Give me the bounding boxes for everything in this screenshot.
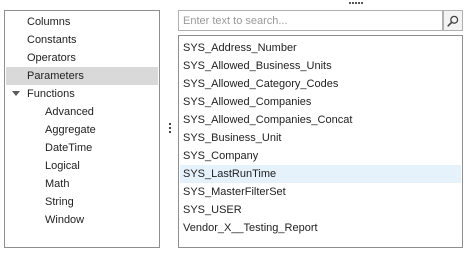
tree-item-string[interactable]: String	[6, 193, 158, 211]
tree-item-label: Operators	[27, 52, 76, 64]
tree-item-logical[interactable]: Logical	[6, 157, 158, 175]
top-resize-grip[interactable]	[349, 2, 367, 5]
tree-item-label: Window	[45, 214, 85, 226]
list-item[interactable]: SYS_Allowed_Companies	[180, 93, 461, 111]
tree-item-label: Columns	[27, 16, 71, 28]
list-item[interactable]: SYS_Allowed_Business_Units	[180, 57, 461, 75]
list-item-label: SYS_Company	[183, 150, 259, 162]
tree-item-label: Constants	[27, 34, 77, 46]
tree-item-aggregate[interactable]: Aggregate	[6, 121, 158, 139]
list-item-label: SYS_Address_Number	[183, 42, 297, 54]
tree-item-advanced[interactable]: Advanced	[6, 103, 158, 121]
list-item[interactable]: SYS_LastRunTime	[180, 165, 461, 183]
tree-item-label: String	[45, 196, 74, 208]
tree-item-math[interactable]: Math	[6, 175, 158, 193]
list-item[interactable]: SYS_Allowed_Companies_Concat	[180, 111, 461, 129]
parameters-list: SYS_Address_Number SYS_Allowed_Business_…	[178, 35, 463, 248]
list-item-label: Vendor_X__Testing_Report	[183, 222, 318, 234]
list-item-label: SYS_Allowed_Category_Codes	[183, 78, 339, 90]
tree-item-constants[interactable]: Constants	[6, 31, 158, 49]
search-icon	[447, 15, 459, 27]
list-item-label: SYS_Business_Unit	[183, 132, 282, 144]
expression-editor: Columns Constants Operators Parameters F…	[0, 0, 467, 254]
tree-item-label: Aggregate	[45, 124, 96, 136]
list-item[interactable]: SYS_Address_Number	[180, 39, 461, 57]
list-item-label: SYS_LastRunTime	[183, 168, 277, 180]
list-item[interactable]: SYS_Allowed_Category_Codes	[180, 75, 461, 93]
list-item-label: SYS_USER	[183, 204, 242, 216]
search-input[interactable]	[178, 10, 443, 31]
tree-item-label: Math	[45, 178, 70, 190]
list-item-label: SYS_Allowed_Companies_Concat	[183, 114, 353, 126]
tree-item-label: Advanced	[45, 106, 94, 118]
expand-arrow-icon[interactable]	[12, 91, 20, 96]
list-item-label: SYS_Allowed_Companies	[183, 96, 312, 108]
list-item[interactable]: SYS_USER	[180, 201, 461, 219]
tree-item-datetime[interactable]: DateTime	[6, 139, 158, 157]
tree-item-columns[interactable]: Columns	[6, 13, 158, 31]
tree-item-label: Functions	[27, 88, 75, 100]
category-tree: Columns Constants Operators Parameters F…	[4, 10, 160, 248]
tree-item-label: Logical	[45, 160, 80, 172]
list-item[interactable]: SYS_Business_Unit	[180, 129, 461, 147]
list-item-label: SYS_Allowed_Business_Units	[183, 60, 332, 72]
tree-item-window[interactable]: Window	[6, 211, 158, 229]
panel-splitter[interactable]	[166, 10, 176, 248]
tree-item-functions[interactable]: Functions	[6, 85, 158, 103]
list-item[interactable]: SYS_MasterFilterSet	[180, 183, 461, 201]
list-item[interactable]: SYS_Company	[180, 147, 461, 165]
tree-item-operators[interactable]: Operators	[6, 49, 158, 67]
tree-item-label: Parameters	[27, 70, 84, 82]
tree-item-label: DateTime	[45, 142, 93, 154]
list-item-label: SYS_MasterFilterSet	[183, 186, 286, 198]
tree-item-parameters[interactable]: Parameters	[6, 67, 158, 85]
list-item[interactable]: Vendor_X__Testing_Report	[180, 219, 461, 237]
splitter-grip-icon	[169, 123, 171, 133]
search-button[interactable]	[443, 10, 463, 31]
